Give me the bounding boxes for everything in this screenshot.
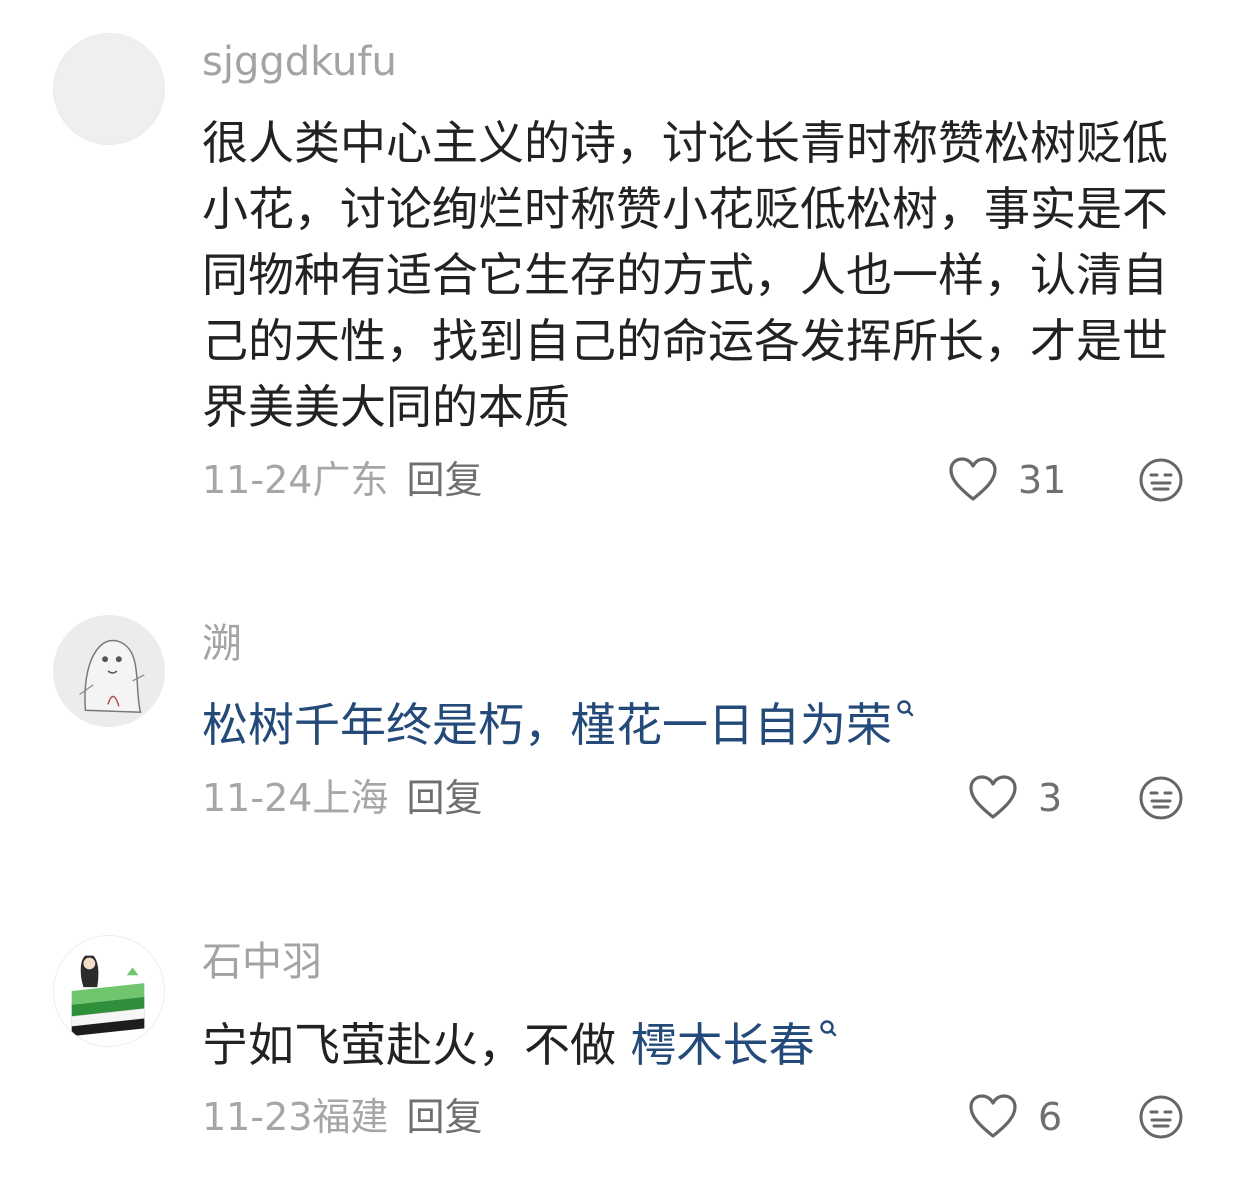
- comment-location: 广东: [312, 458, 389, 502]
- comment-text: 宁如飞萤赴火，不做 樗木长春: [202, 1012, 1192, 1078]
- heart-outline-icon[interactable]: [968, 1094, 1018, 1140]
- comment-link-text[interactable]: 樗木长春: [631, 1018, 815, 1072]
- username[interactable]: sjggdkufu: [202, 42, 397, 82]
- cake-character-image: [54, 936, 164, 1046]
- comment-location: 福建: [312, 1095, 389, 1139]
- comment-date: 11-24: [202, 776, 313, 820]
- like-count: 6: [1038, 1095, 1063, 1139]
- comment-link-text[interactable]: 松树千年终是朽，槿花一日自为荣: [202, 698, 892, 752]
- comment-text: 很人类中心主义的诗，讨论长青时称赞松树贬低小花，讨论绚烂时称赞小花贬低松树，事实…: [202, 116, 1168, 434]
- comment-meta: 11-24广东 回复: [202, 461, 482, 499]
- heart-outline-icon[interactable]: [948, 457, 998, 503]
- reply-button[interactable]: 回复: [406, 1095, 482, 1139]
- avatar[interactable]: [53, 935, 165, 1047]
- neutral-face-icon[interactable]: [1138, 775, 1184, 821]
- like-count: 31: [1018, 458, 1067, 502]
- search-icon[interactable]: [896, 699, 914, 719]
- neutral-face-icon[interactable]: [1138, 1094, 1184, 1140]
- username[interactable]: 石中羽: [202, 942, 322, 982]
- heart-outline-icon[interactable]: [968, 775, 1018, 821]
- comment-text[interactable]: 松树千年终是朽，槿花一日自为荣: [202, 692, 1192, 758]
- username[interactable]: 溯: [202, 624, 242, 664]
- comment-date: 11-23: [202, 1095, 313, 1139]
- avatar[interactable]: [53, 33, 165, 145]
- comment-meta: 11-23福建 回复: [202, 1098, 482, 1136]
- ghost-sketch-image: [54, 616, 164, 726]
- reply-button[interactable]: 回复: [406, 458, 482, 502]
- comment-text-prefix: 宁如飞萤赴火，不做: [202, 1018, 631, 1072]
- comment-meta: 11-24上海 回复: [202, 779, 482, 817]
- reply-button[interactable]: 回复: [406, 776, 482, 820]
- like-count: 3: [1038, 776, 1063, 820]
- search-icon[interactable]: [819, 1019, 837, 1039]
- comment-location: 上海: [312, 776, 389, 820]
- avatar[interactable]: [53, 615, 165, 727]
- neutral-face-icon[interactable]: [1138, 457, 1184, 503]
- comment-date: 11-24: [202, 458, 313, 502]
